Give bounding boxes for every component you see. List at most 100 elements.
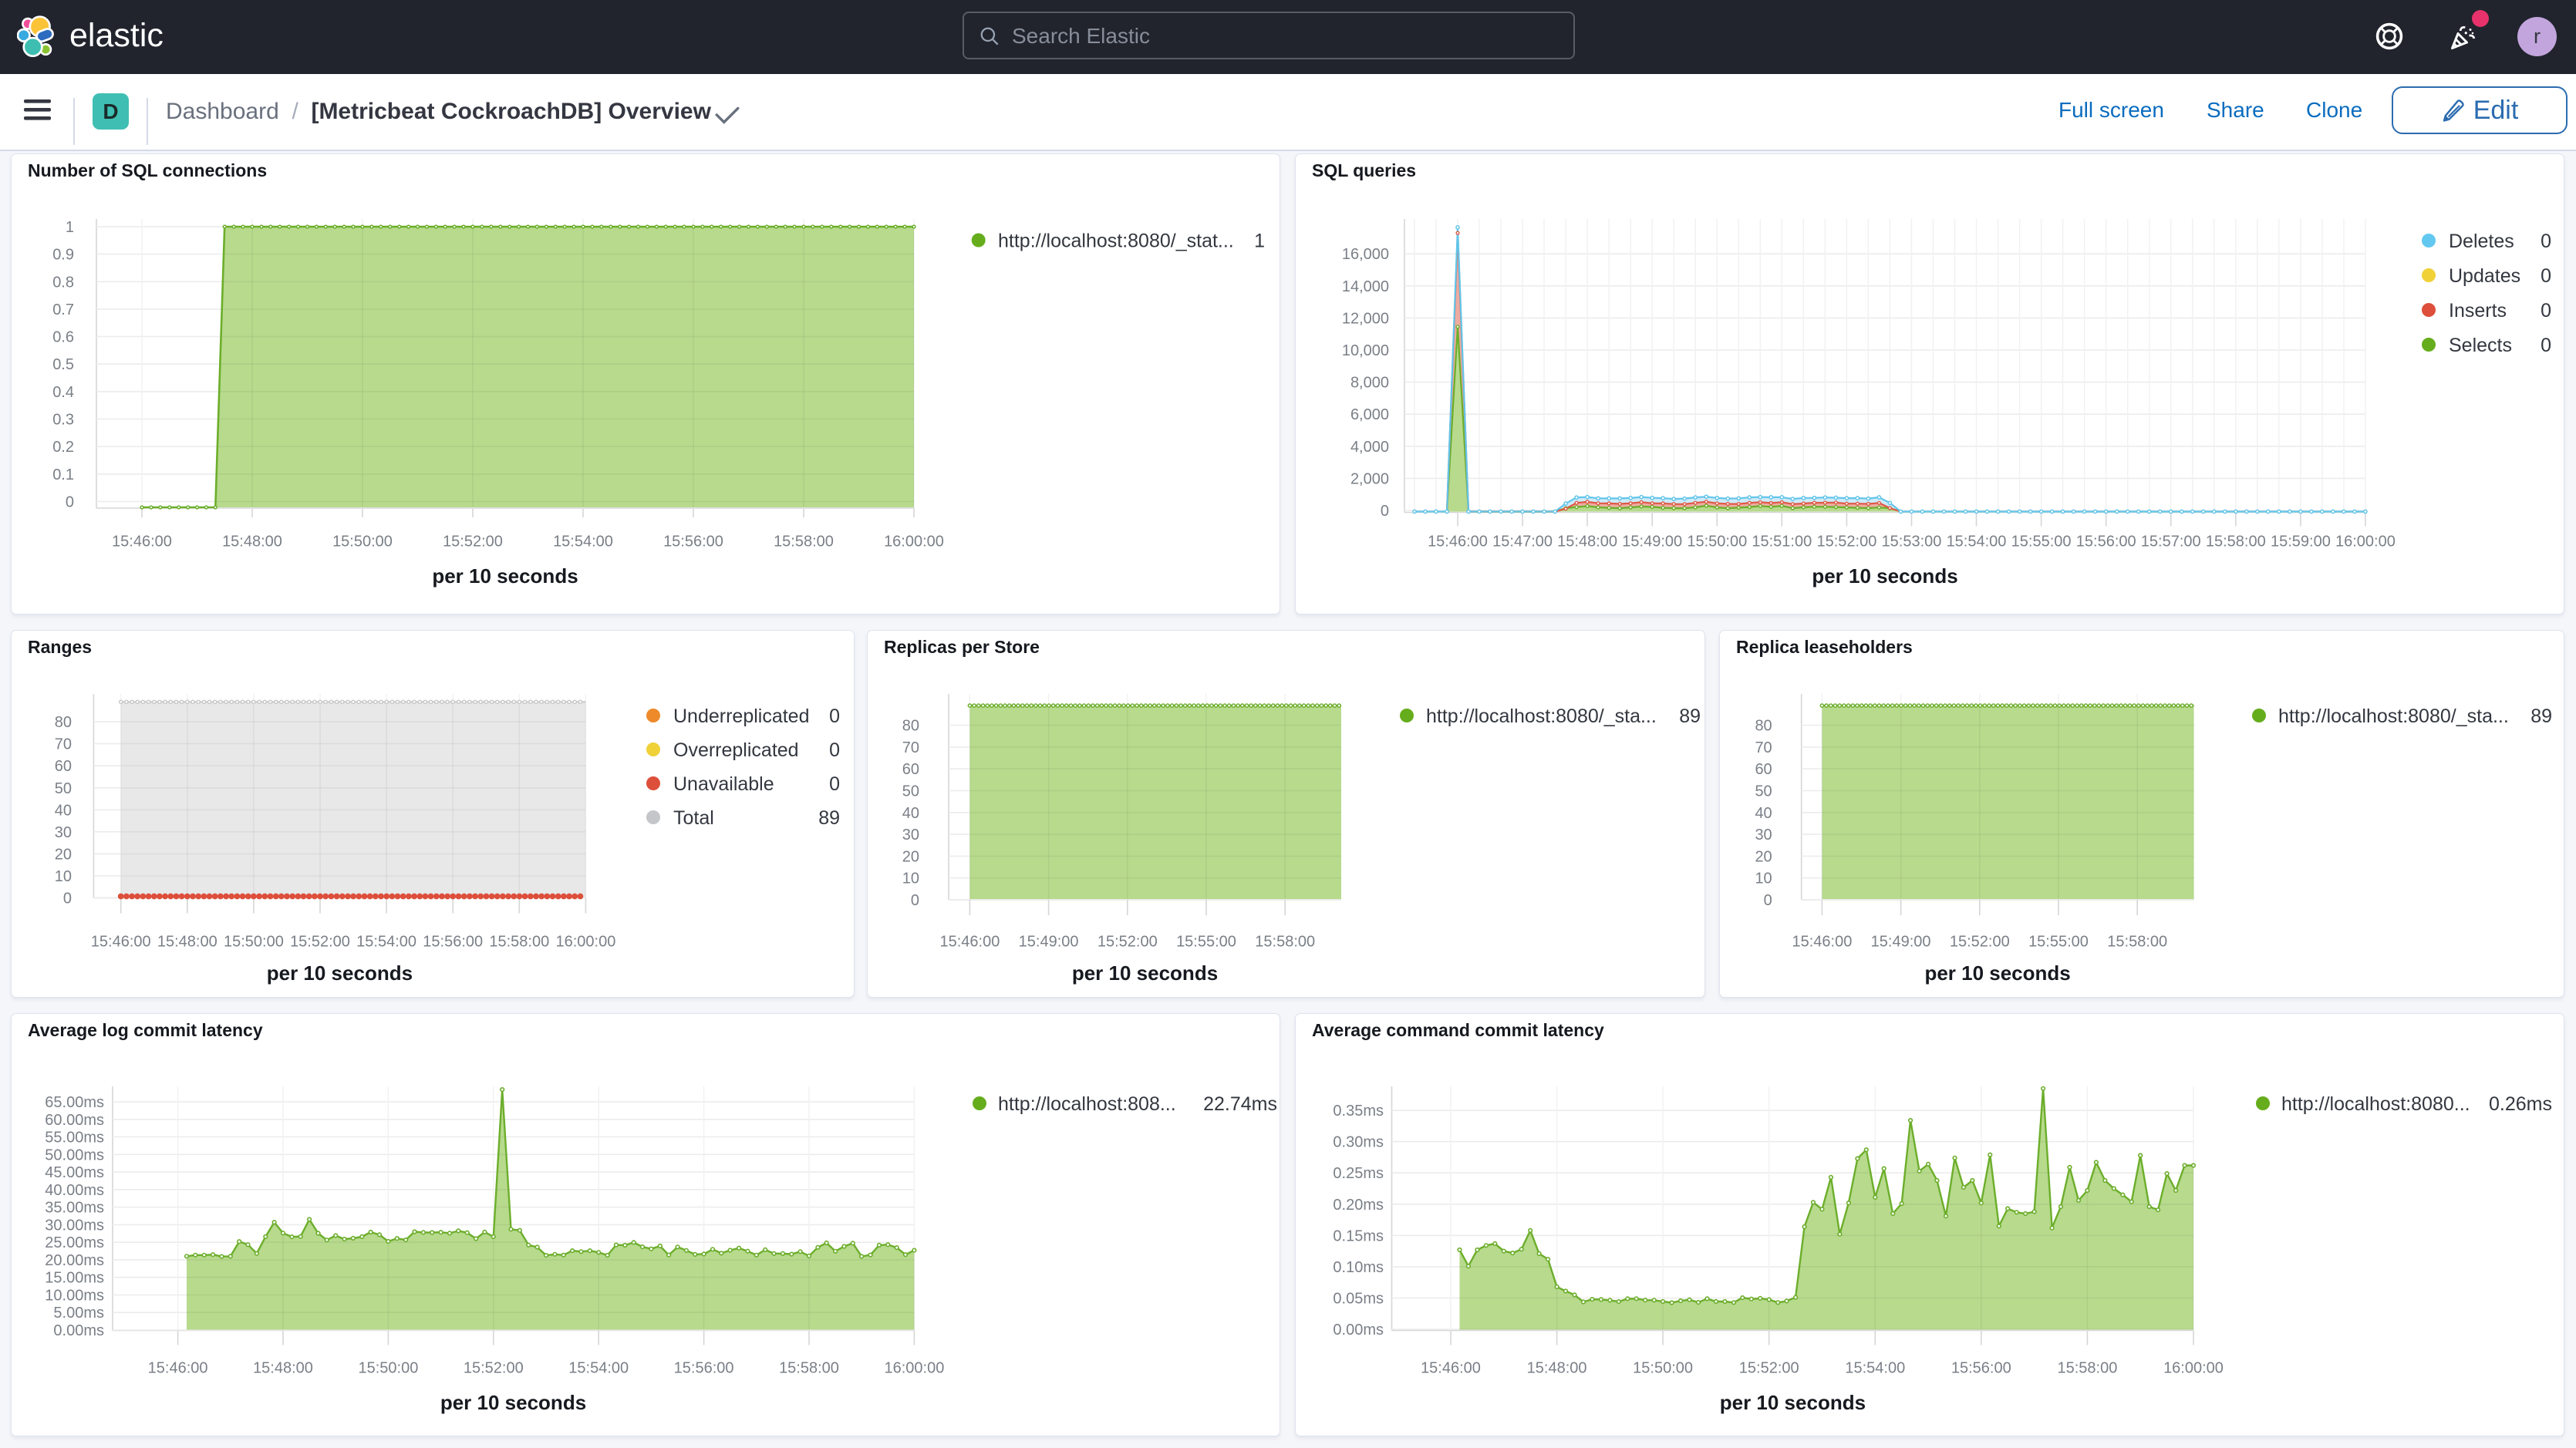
svg-text:per 10 seconds: per 10 seconds xyxy=(267,961,413,985)
svg-text:per 10 seconds: per 10 seconds xyxy=(1720,1391,1866,1414)
svg-text:15:50:00: 15:50:00 xyxy=(224,934,284,951)
svg-text:0: 0 xyxy=(63,891,72,908)
svg-text:15:52:00: 15:52:00 xyxy=(1816,534,1876,551)
svg-text:per 10 seconds: per 10 seconds xyxy=(1924,961,2070,985)
svg-text:15:46:00: 15:46:00 xyxy=(939,934,1000,951)
svg-text:10: 10 xyxy=(1755,870,1772,887)
svg-text:0.6: 0.6 xyxy=(52,329,74,346)
svg-text:16,000: 16,000 xyxy=(1342,246,1389,263)
svg-text:http://localhost:8080/_sta...: http://localhost:8080/_sta... xyxy=(1426,705,1657,727)
svg-text:89: 89 xyxy=(818,807,840,829)
svg-text:15:52:00: 15:52:00 xyxy=(1097,934,1158,951)
svg-text:15:54:00: 15:54:00 xyxy=(553,534,613,551)
svg-text:70: 70 xyxy=(1755,739,1772,756)
svg-text:15:56:00: 15:56:00 xyxy=(663,534,723,551)
svg-text:10.00ms: 10.00ms xyxy=(45,1288,104,1305)
svg-text:http://localhost:8080...: http://localhost:8080... xyxy=(2281,1093,2470,1115)
svg-text:50: 50 xyxy=(1755,783,1772,800)
svg-text:Unavailable: Unavailable xyxy=(673,773,774,795)
svg-text:30: 30 xyxy=(1755,827,1772,844)
svg-text:65.00ms: 65.00ms xyxy=(45,1094,104,1111)
svg-text:10: 10 xyxy=(902,870,919,887)
svg-text:15:54:00: 15:54:00 xyxy=(1947,534,2007,551)
svg-text:Deletes: Deletes xyxy=(2449,231,2514,252)
svg-text:Updates: Updates xyxy=(2449,265,2520,287)
svg-text:45.00ms: 45.00ms xyxy=(45,1164,104,1181)
svg-text:0.1: 0.1 xyxy=(52,466,74,483)
svg-text:15:58:00: 15:58:00 xyxy=(774,534,834,551)
svg-text:15.00ms: 15.00ms xyxy=(45,1270,104,1287)
svg-text:15:58:00: 15:58:00 xyxy=(1255,934,1315,951)
svg-text:15:49:00: 15:49:00 xyxy=(1871,934,1931,951)
svg-text:40: 40 xyxy=(1755,805,1772,822)
svg-text:15:56:00: 15:56:00 xyxy=(1951,1360,2011,1377)
svg-text:15:56:00: 15:56:00 xyxy=(674,1360,734,1377)
svg-text:15:50:00: 15:50:00 xyxy=(358,1360,418,1377)
svg-text:15:58:00: 15:58:00 xyxy=(2057,1360,2117,1377)
svg-text:50: 50 xyxy=(902,783,919,800)
svg-text:6,000: 6,000 xyxy=(1350,406,1389,423)
svg-text:60: 60 xyxy=(55,758,72,775)
svg-text:60.00ms: 60.00ms xyxy=(45,1112,104,1129)
svg-text:15:52:00: 15:52:00 xyxy=(464,1360,524,1377)
svg-text:80: 80 xyxy=(902,718,919,735)
svg-text:Inserts: Inserts xyxy=(2449,300,2507,322)
svg-text:15:51:00: 15:51:00 xyxy=(1752,534,1812,551)
svg-text:10: 10 xyxy=(55,868,72,885)
svg-text:1: 1 xyxy=(1254,231,1265,252)
svg-text:22.74ms: 22.74ms xyxy=(1203,1093,1277,1115)
svg-text:15:52:00: 15:52:00 xyxy=(1739,1360,1799,1377)
svg-text:15:46:00: 15:46:00 xyxy=(1421,1360,1481,1377)
svg-text:16:00:00: 16:00:00 xyxy=(555,934,615,951)
svg-text:0.9: 0.9 xyxy=(52,247,74,264)
svg-text:40.00ms: 40.00ms xyxy=(45,1182,104,1199)
svg-text:89: 89 xyxy=(2530,705,2552,727)
svg-text:30: 30 xyxy=(55,824,72,841)
svg-text:8,000: 8,000 xyxy=(1350,375,1389,392)
svg-text:0.35ms: 0.35ms xyxy=(1333,1103,1384,1120)
svg-text:4,000: 4,000 xyxy=(1350,439,1389,456)
svg-text:15:52:00: 15:52:00 xyxy=(443,534,503,551)
svg-text:0: 0 xyxy=(2541,231,2551,252)
svg-text:15:53:00: 15:53:00 xyxy=(1882,534,1942,551)
svg-text:0: 0 xyxy=(1764,892,1772,909)
svg-text:per 10 seconds: per 10 seconds xyxy=(432,564,578,588)
svg-text:15:55:00: 15:55:00 xyxy=(1176,934,1236,951)
svg-text:0.30ms: 0.30ms xyxy=(1333,1134,1384,1151)
svg-text:15:56:00: 15:56:00 xyxy=(423,934,483,951)
svg-text:60: 60 xyxy=(902,761,919,778)
svg-text:70: 70 xyxy=(902,739,919,756)
svg-text:15:57:00: 15:57:00 xyxy=(2141,534,2201,551)
svg-text:25.00ms: 25.00ms xyxy=(45,1234,104,1251)
svg-text:15:54:00: 15:54:00 xyxy=(356,934,416,951)
svg-text:50: 50 xyxy=(55,780,72,797)
svg-text:15:49:00: 15:49:00 xyxy=(1622,534,1682,551)
svg-text:Underreplicated: Underreplicated xyxy=(673,705,810,727)
svg-text:15:55:00: 15:55:00 xyxy=(2011,534,2072,551)
svg-text:15:48:00: 15:48:00 xyxy=(1557,534,1617,551)
svg-text:20: 20 xyxy=(1755,848,1772,865)
svg-text:0.5: 0.5 xyxy=(52,356,74,373)
svg-text:16:00:00: 16:00:00 xyxy=(2335,534,2396,551)
svg-text:15:48:00: 15:48:00 xyxy=(222,534,282,551)
svg-text:0.3: 0.3 xyxy=(52,412,74,429)
svg-text:Selects: Selects xyxy=(2449,335,2512,356)
svg-text:0: 0 xyxy=(829,773,840,795)
svg-text:10,000: 10,000 xyxy=(1342,342,1389,359)
svg-text:15:50:00: 15:50:00 xyxy=(1687,534,1747,551)
svg-text:http://localhost:8080/_stat...: http://localhost:8080/_stat... xyxy=(998,231,1234,252)
svg-text:15:54:00: 15:54:00 xyxy=(1845,1360,1905,1377)
svg-text:40: 40 xyxy=(55,802,72,819)
svg-text:15:58:00: 15:58:00 xyxy=(2206,534,2266,551)
svg-text:15:52:00: 15:52:00 xyxy=(1950,934,2010,951)
svg-text:15:47:00: 15:47:00 xyxy=(1492,534,1553,551)
svg-text:0.26ms: 0.26ms xyxy=(2489,1093,2552,1115)
svg-text:0.2: 0.2 xyxy=(52,439,74,456)
svg-text:16:00:00: 16:00:00 xyxy=(884,534,944,551)
svg-text:0: 0 xyxy=(829,705,840,727)
svg-text:50.00ms: 50.00ms xyxy=(45,1147,104,1163)
svg-text:1: 1 xyxy=(66,219,74,236)
svg-text:0.10ms: 0.10ms xyxy=(1333,1259,1384,1276)
svg-text:35.00ms: 35.00ms xyxy=(45,1200,104,1217)
svg-text:5.00ms: 5.00ms xyxy=(53,1305,104,1322)
